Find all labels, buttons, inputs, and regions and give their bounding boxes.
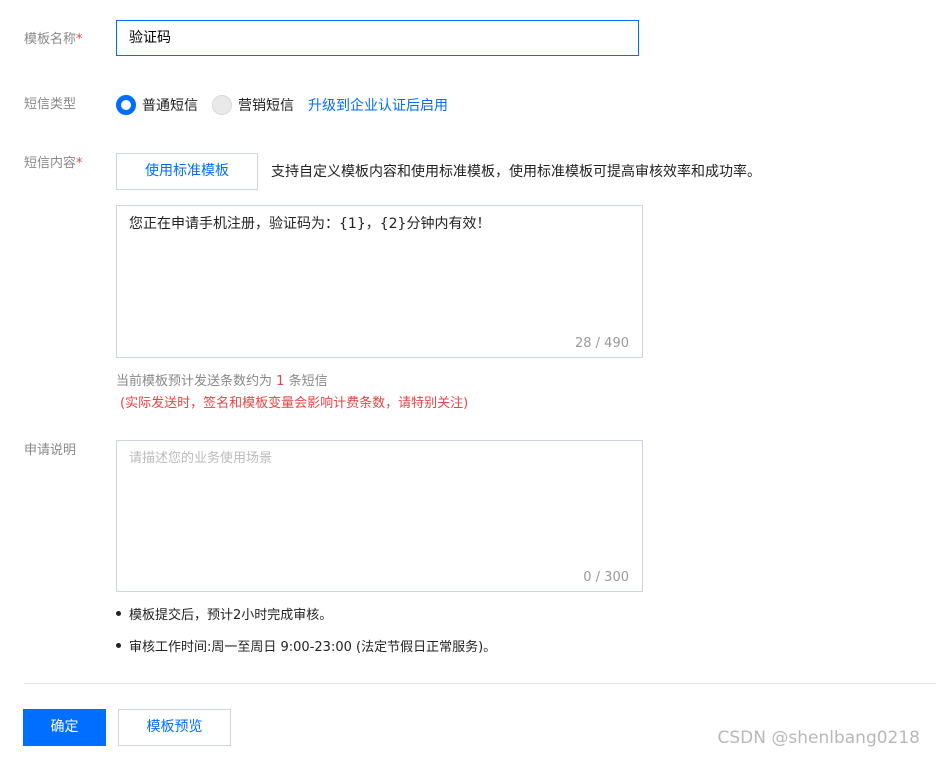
required-mark: *	[76, 32, 83, 47]
list-item: 审核工作时间:周一至周日 9:00-23:00 (法定节假日正常服务)。	[116, 635, 496, 655]
sms-count-estimate: 当前模板预计发送条数约为 1 条短信	[116, 370, 328, 389]
divider	[24, 683, 936, 684]
bullet-icon	[116, 610, 121, 616]
count-value: 1	[276, 374, 285, 389]
sms-content-label: 短信内容*	[24, 154, 83, 174]
radio-normal-sms-label: 普通短信	[142, 98, 198, 114]
list-item: 模板提交后，预计2小时完成审核。	[116, 603, 496, 623]
confirm-button[interactable]: 确定	[23, 709, 106, 746]
sms-content-textarea[interactable]: 您正在申请手机注册，验证码为：{1}，{2}分钟内有效！ 28 / 490	[116, 205, 643, 358]
radio-marketing-sms[interactable]: 营销短信	[212, 95, 294, 115]
count-suffix: 条短信	[288, 374, 328, 389]
billing-warning: (实际发送时，签名和模板变量会影响计费条数，请特别关注)	[120, 396, 469, 411]
template-name-label: 模板名称*	[24, 30, 83, 50]
template-preview-button[interactable]: 模板预览	[118, 709, 231, 746]
sms-type-radio-group: 普通短信 营销短信 升级到企业认证后启用	[116, 94, 448, 116]
sms-type-label: 短信类型	[24, 97, 77, 112]
count-prefix: 当前模板预计发送条数约为	[116, 374, 273, 389]
sms-content-text: 您正在申请手机注册，验证码为：{1}，{2}分钟内有效！	[129, 216, 491, 232]
template-name-input[interactable]: 验证码	[116, 20, 639, 56]
required-mark: *	[76, 156, 83, 171]
radio-disabled-icon	[212, 95, 232, 115]
application-note-counter: 0 / 300	[583, 570, 629, 585]
note-text: 模板提交后，预计2小时完成审核。	[129, 607, 333, 623]
review-notes: 模板提交后，预计2小时完成审核。 审核工作时间:周一至周日 9:00-23:00…	[116, 603, 496, 667]
upgrade-link[interactable]: 升级到企业认证后启用	[308, 95, 448, 115]
radio-normal-sms[interactable]: 普通短信	[116, 95, 198, 115]
application-note-label: 申请说明	[24, 443, 77, 458]
watermark: CSDN @shenlbang0218	[717, 728, 921, 748]
sms-template-form: 模板名称* 验证码 短信类型 普通短信 营销短信 升级到企业认证后启用 短信内容…	[0, 0, 936, 760]
template-name-label-text: 模板名称	[24, 32, 77, 47]
bullet-icon	[116, 642, 121, 648]
note-text: 审核工作时间:周一至周日 9:00-23:00 (法定节假日正常服务)。	[129, 639, 497, 655]
radio-checked-icon	[116, 95, 136, 115]
standard-template-hint: 支持自定义模板内容和使用标准模板，使用标准模板可提高审核效率和成功率。	[271, 164, 761, 180]
sms-content-counter: 28 / 490	[575, 336, 629, 351]
radio-marketing-sms-label: 营销短信	[238, 98, 294, 114]
sms-content-label-text: 短信内容	[24, 156, 77, 171]
use-standard-template-button[interactable]: 使用标准模板	[116, 153, 258, 190]
application-note-textarea[interactable]: 请描述您的业务使用场景 0 / 300	[116, 440, 643, 592]
application-note-placeholder: 请描述您的业务使用场景	[129, 451, 273, 466]
